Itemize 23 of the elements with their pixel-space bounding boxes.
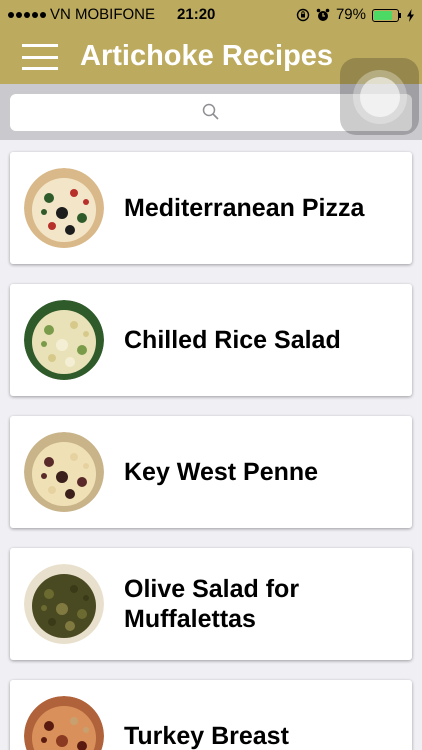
recipe-title: Turkey Breast [124,721,289,750]
recipe-title: Key West Penne [124,457,318,487]
recipe-card[interactable]: Key West Penne [10,416,412,528]
menu-button[interactable] [22,42,58,72]
carrier-name: VN MOBIFONE [50,4,156,25]
recipe-title: Mediterranean Pizza [124,193,364,223]
recipe-card[interactable]: Chilled Rice Salad [10,284,412,396]
recipe-card[interactable]: Olive Salad for Muffalettas [10,548,412,660]
recipe-title: Chilled Rice Salad [124,325,341,355]
rotation-lock-icon [296,8,310,22]
assistive-touch-button[interactable] [340,58,419,135]
search-icon [202,103,220,121]
battery-icon [372,8,401,22]
charging-icon [407,8,414,22]
recipe-card[interactable]: Turkey Breast [10,680,412,750]
signal-icon [8,12,46,18]
recipe-card[interactable]: Mediterranean Pizza [10,152,412,264]
alarm-icon [316,8,330,22]
status-time: 21:20 [177,4,216,25]
recipe-title: Olive Salad for Muffalettas [124,574,300,634]
battery-percent: 79% [336,4,366,25]
page-title: Artichoke Recipes [80,39,334,74]
search-field[interactable] [10,94,412,130]
